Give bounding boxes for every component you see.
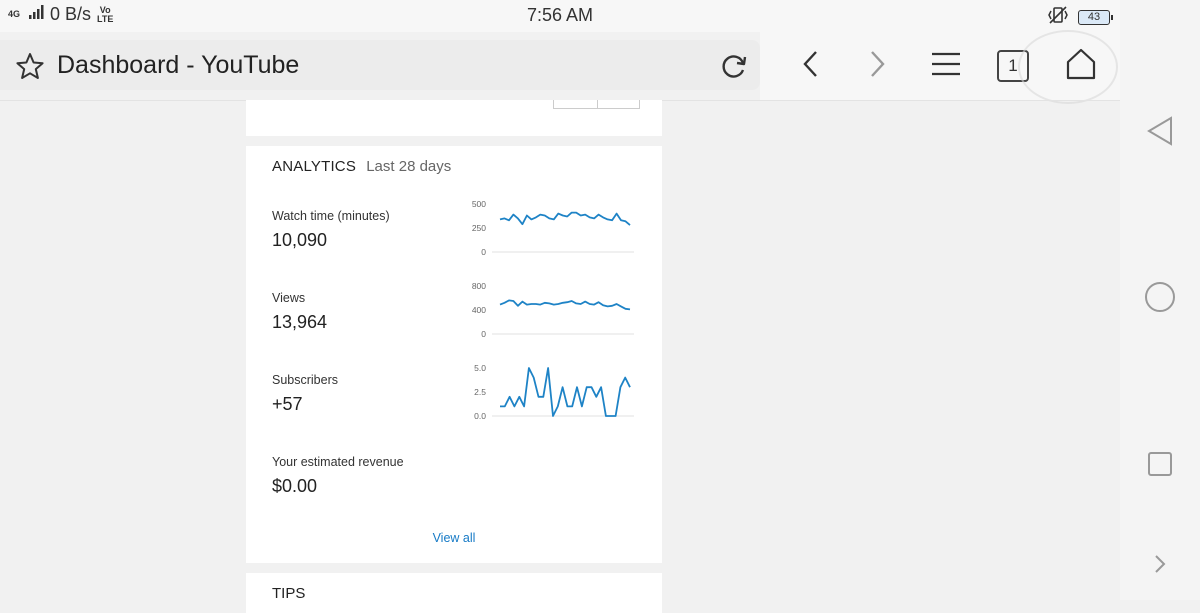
sparkline-series xyxy=(499,211,631,226)
triangle-back-icon xyxy=(1146,115,1174,151)
view-all-link[interactable]: View all xyxy=(246,531,662,545)
tick-label: 800 xyxy=(472,281,486,291)
metric-label: Your estimated revenue xyxy=(272,455,404,469)
metric-label: Watch time (minutes) xyxy=(272,209,390,223)
nav-home-button[interactable] xyxy=(1145,281,1175,314)
analytics-title: ANALYTICS xyxy=(272,158,357,175)
tick-label: 250 xyxy=(472,223,486,233)
forward-button[interactable] xyxy=(857,46,897,86)
metric-value: 13,964 xyxy=(272,312,328,332)
bookmark-star-icon[interactable] xyxy=(15,52,45,85)
metric-value: $0.00 xyxy=(272,476,318,496)
back-button[interactable] xyxy=(791,46,831,86)
analytics-header: ANALYTICS Last 28 days xyxy=(272,158,451,175)
nav-back-button[interactable] xyxy=(1145,115,1175,151)
nav-recents-button[interactable] xyxy=(1145,451,1175,481)
forward-arrow-icon xyxy=(866,49,888,84)
status-right: 43 xyxy=(1046,5,1113,30)
circle-home-icon xyxy=(1144,281,1176,318)
metric-revenue: Your estimated revenue $0.00 xyxy=(272,455,404,497)
analytics-period: Last 28 days xyxy=(366,158,452,175)
nav-expand-button[interactable] xyxy=(1145,551,1175,581)
metric-watch-time: Watch time (minutes) 10,090 xyxy=(272,209,390,251)
square-recents-icon xyxy=(1147,451,1173,482)
chevron-right-icon xyxy=(1152,553,1168,580)
tick-label: 5.0 xyxy=(474,363,486,373)
sparkline-series xyxy=(499,299,631,311)
sparkline-series xyxy=(500,367,631,417)
subscribers-sparkline: 5.0 2.5 0.0 xyxy=(474,363,634,421)
back-arrow-icon xyxy=(800,49,822,84)
vibrate-icon xyxy=(1046,5,1070,30)
hamburger-menu-icon xyxy=(931,51,961,82)
menu-button[interactable] xyxy=(926,46,966,86)
tick-label: 0 xyxy=(481,247,486,257)
status-clock: 7:56 AM xyxy=(526,5,594,25)
metric-label: Views xyxy=(272,291,306,305)
metric-label: Subscribers xyxy=(272,373,338,387)
metric-value: +57 xyxy=(272,394,303,414)
previous-card xyxy=(246,100,662,136)
tick-label: 2.5 xyxy=(474,387,486,397)
metric-views: Views 13,964 xyxy=(272,291,327,333)
battery-icon: 43 xyxy=(1078,10,1113,25)
metric-value: 10,090 xyxy=(272,230,328,250)
metric-subscribers: Subscribers +57 xyxy=(272,373,338,415)
tips-card: TIPS xyxy=(246,573,662,613)
tick-label: 500 xyxy=(472,199,486,209)
tick-label: 0.0 xyxy=(474,411,486,421)
card-toggle-buttons[interactable] xyxy=(553,100,640,109)
tick-label: 0 xyxy=(481,329,486,339)
status-bar: 4G 0 B/s Vo LTE 7:56 AM 43 xyxy=(0,0,1120,32)
views-sparkline: 800 400 0 xyxy=(472,281,634,339)
analytics-card: ANALYTICS Last 28 days Watch time (minut… xyxy=(246,146,662,563)
tips-title: TIPS xyxy=(272,585,306,602)
reload-icon[interactable] xyxy=(719,51,749,86)
android-nav-bar xyxy=(1120,0,1200,600)
address-bar[interactable]: Dashboard - YouTube xyxy=(0,40,760,90)
tick-label: 400 xyxy=(472,305,486,315)
page-title: Dashboard - YouTube xyxy=(57,51,300,79)
baby-feet-watermark-icon xyxy=(1018,30,1118,104)
watch-time-sparkline: 500 250 0 xyxy=(472,199,634,257)
